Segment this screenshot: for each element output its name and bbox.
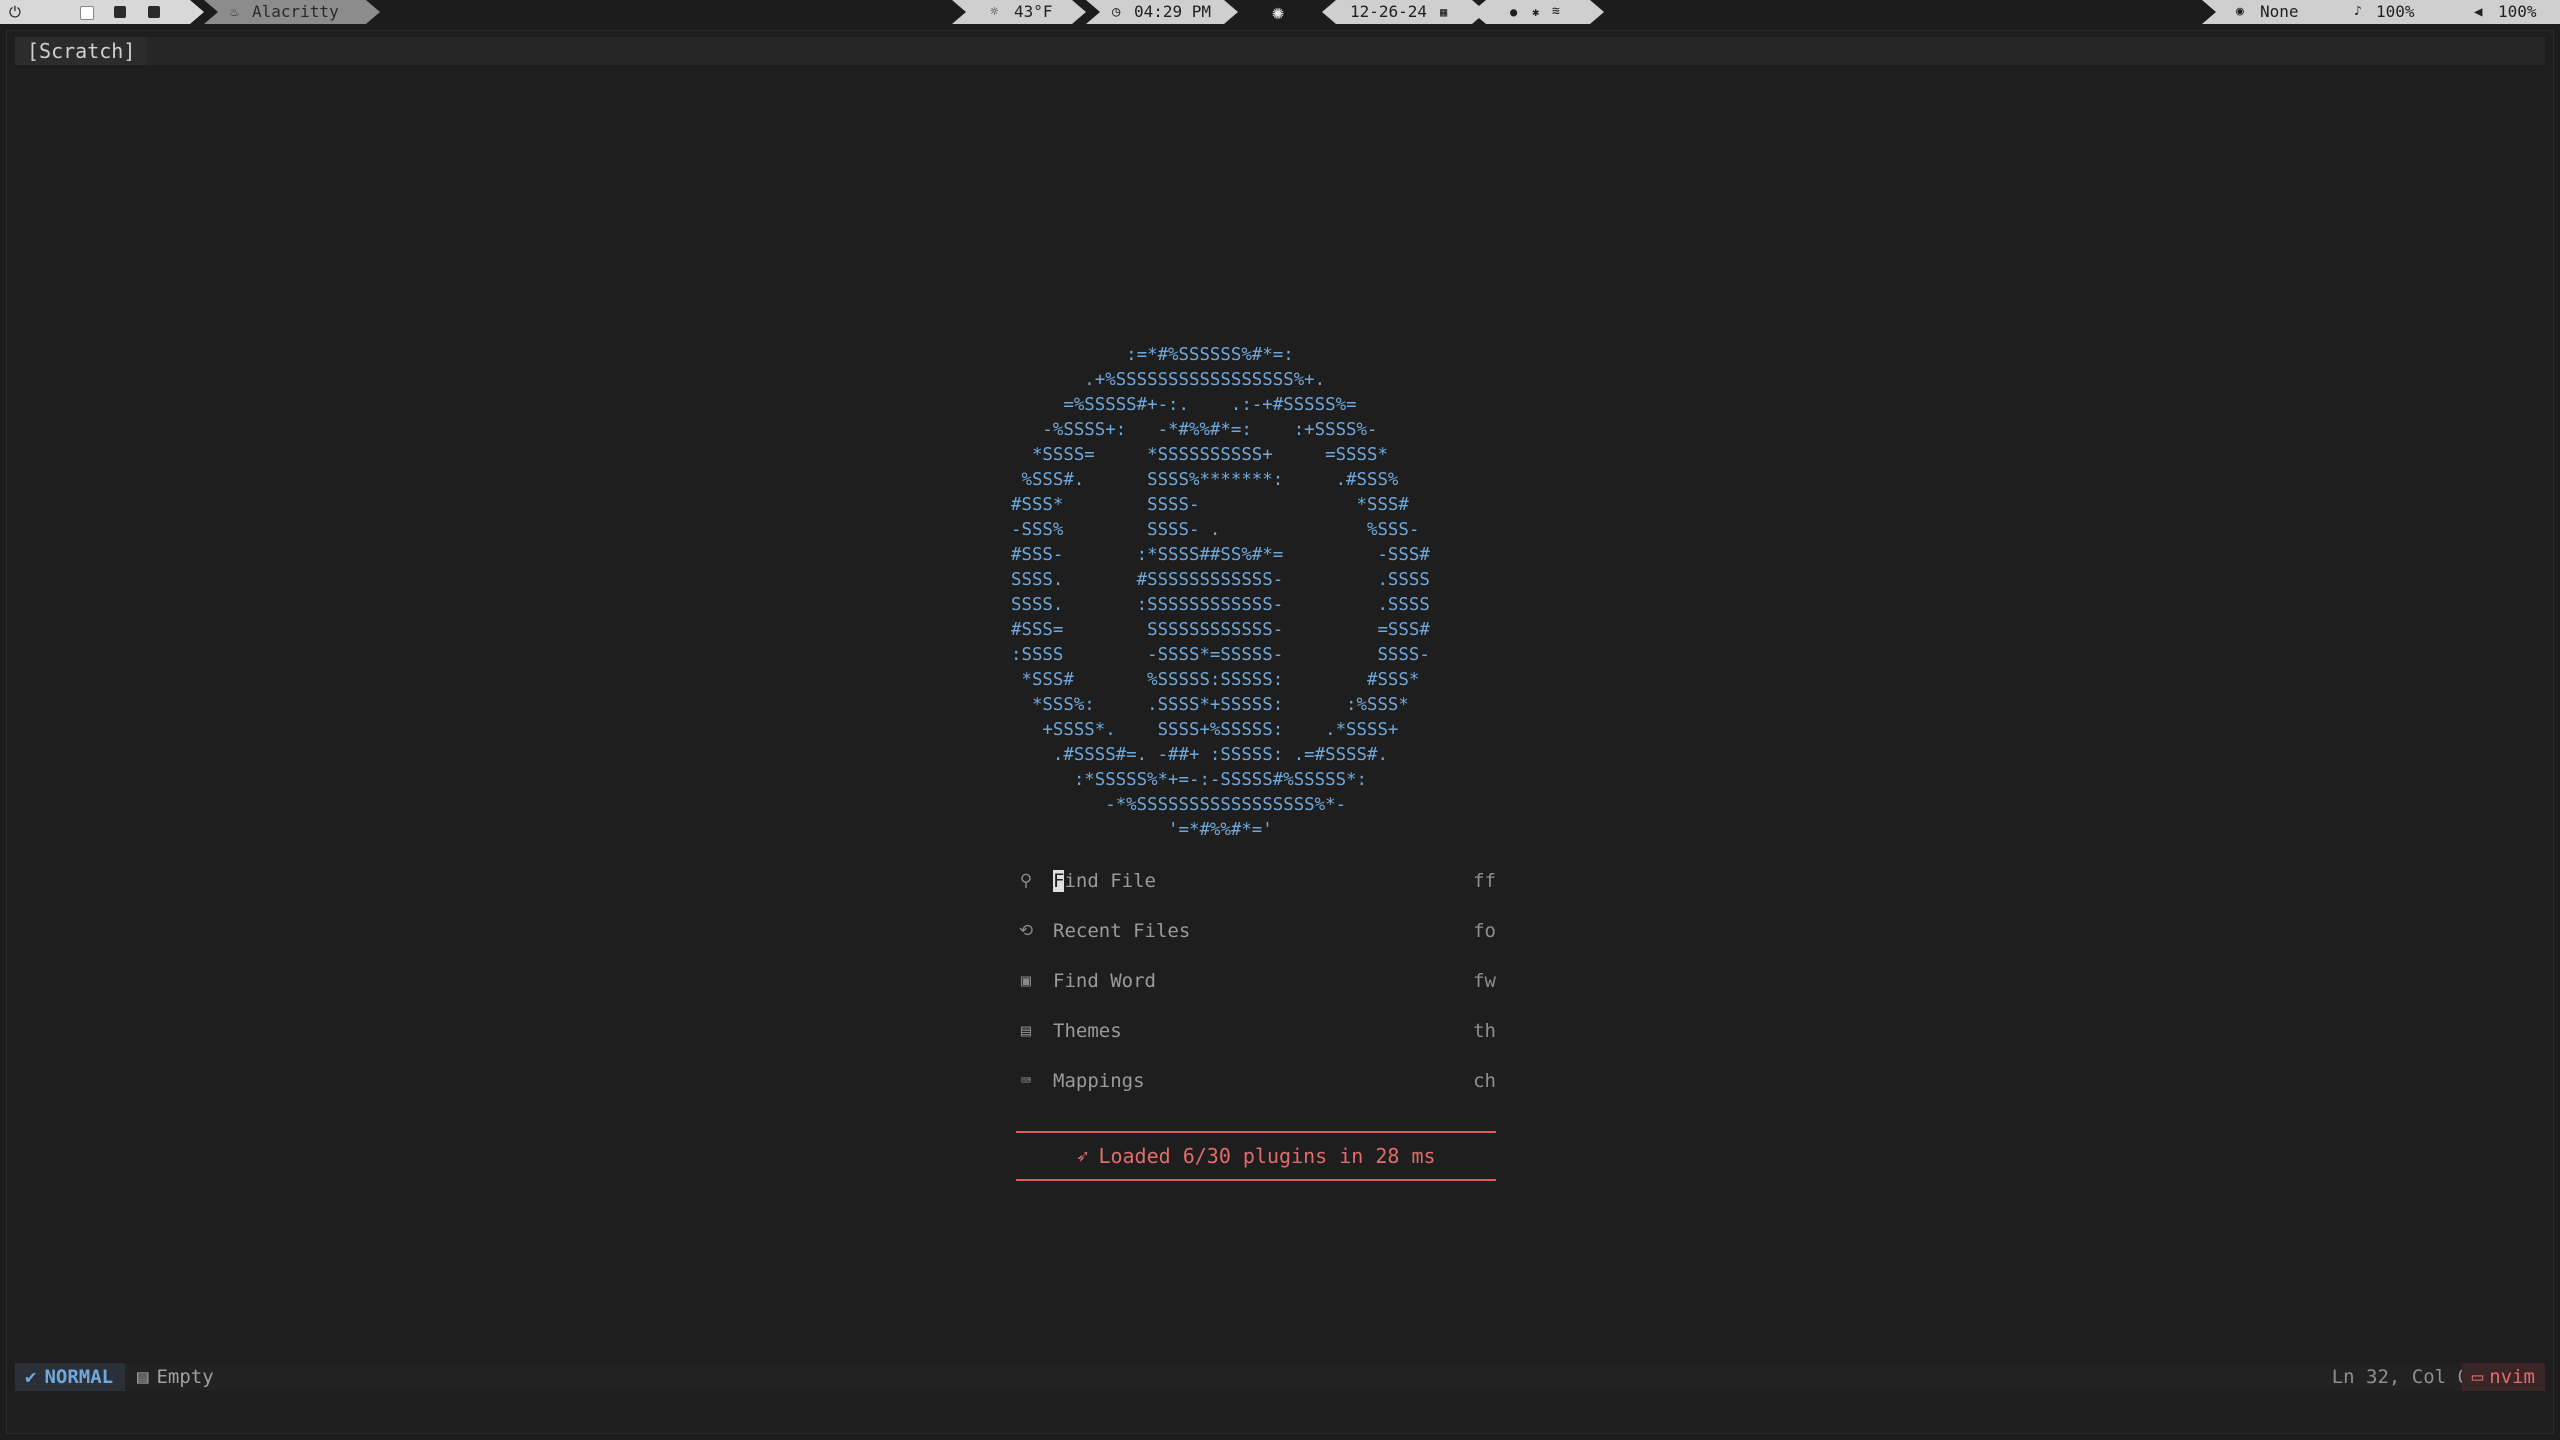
terminal-window[interactable]: [Scratch] :=*#%SSSSSS%#*=: .+%SSSSSSSSSS… — [6, 30, 2554, 1434]
ascii-logo: :=*#%SSSSSS%#*=: .+%SSSSSSSSSSSSSSSSS%+.… — [1011, 345, 1430, 840]
plugins-loaded-text: Loaded 6/30 plugins in 28 ms — [1098, 1144, 1436, 1168]
weather-text: 43°F — [1014, 2, 1053, 21]
menu-item-shortcut: ch — [1473, 1070, 1496, 1092]
project-text: nvim — [2489, 1366, 2535, 1388]
menu-item-label: Themes — [1053, 1020, 1122, 1042]
mic-level: 100% — [2376, 2, 2415, 21]
menu-item-ch[interactable]: ⌨ Mappings ch — [1016, 1066, 1496, 1096]
menu-item-fo[interactable]: ⟲ Recent Files fo — [1016, 916, 1496, 946]
active-app-name: Alacritty — [252, 2, 339, 21]
mode-text: NORMAL — [44, 1366, 114, 1388]
menu-item-label: Mappings — [1053, 1070, 1145, 1092]
microphone-icon[interactable]: ♪ — [2354, 0, 2362, 24]
search-icon: ⚲ — [1019, 871, 1033, 891]
os-logo-icon[interactable]: ✺ — [1272, 0, 1284, 24]
volume-icon[interactable]: ◀ — [2474, 0, 2482, 24]
menu-item-shortcut: th — [1473, 1020, 1496, 1042]
cursor-position: Ln 32, Col 0 — [2331, 1366, 2469, 1388]
music-icon: ◉ — [2236, 4, 2244, 19]
top-status-bar: ⏻ ♨ Alacritty ☼ 43°F ◷ 04:29 PM ✺ 12-26-… — [0, 0, 2560, 24]
date-text: 12-26-24 — [1350, 2, 1428, 21]
word-icon: ▣ — [1020, 971, 1032, 991]
buffer-name: ▤ Empty — [137, 1363, 214, 1391]
flame-icon: ♨ — [230, 4, 239, 20]
palette-icon: ▤ — [1020, 1021, 1032, 1041]
bell-icon[interactable]: ● — [1510, 0, 1517, 24]
menu-item-label: Find File — [1053, 870, 1156, 892]
buffer-name-text: Empty — [156, 1366, 214, 1388]
vim-icon: ✔ — [25, 1366, 37, 1388]
file-icon: ▤ — [137, 1366, 149, 1388]
bluetooth-icon[interactable]: ✱ — [1532, 0, 1539, 24]
power-icon[interactable]: ⏻ — [9, 0, 21, 24]
menu-item-shortcut: fo — [1473, 920, 1496, 942]
tabline: [Scratch] — [15, 37, 2545, 65]
menu-item-label: Recent Files — [1053, 920, 1191, 942]
menu-item-fw[interactable]: ▣ Find Word fw — [1016, 966, 1496, 996]
text-cursor: F — [1053, 870, 1065, 892]
menu-item-ff[interactable]: ⚲ Find File ff — [1016, 866, 1496, 896]
clock-text: 04:29 PM — [1134, 2, 1212, 21]
workspace-3[interactable] — [148, 6, 160, 18]
rocket-icon: ➶ — [1076, 1144, 1089, 1168]
plugins-loaded-banner: ➶ Loaded 6/30 plugins in 28 ms — [1016, 1131, 1496, 1181]
clock-icon: ◷ — [1112, 4, 1121, 20]
mode-indicator: ✔ NORMAL — [15, 1363, 126, 1391]
keyboard-icon: ⌨ — [1020, 1071, 1032, 1091]
calendar-icon: ▦ — [1440, 5, 1448, 19]
media-text: None — [2260, 2, 2299, 21]
volume-level: 100% — [2498, 2, 2537, 21]
wifi-icon[interactable]: ≋ — [1552, 0, 1560, 24]
menu-item-shortcut: fw — [1473, 970, 1496, 992]
workspace-1[interactable] — [80, 6, 94, 20]
weather-icon: ☼ — [990, 4, 999, 20]
history-icon: ⟲ — [1018, 921, 1034, 941]
menu-item-label: Find Word — [1053, 970, 1156, 992]
statusline: ✔ NORMAL ▤ Empty Ln 32, Col 0 ▭ nvim — [15, 1363, 2545, 1391]
menu-item-th[interactable]: ▤ Themes th — [1016, 1016, 1496, 1046]
tab-scratch[interactable]: [Scratch] — [15, 37, 148, 65]
project-indicator: ▭ nvim — [2461, 1363, 2545, 1391]
folder-icon: ▭ — [2471, 1366, 2484, 1388]
menu-item-shortcut: ff — [1473, 870, 1496, 892]
workspace-2[interactable] — [114, 6, 126, 18]
